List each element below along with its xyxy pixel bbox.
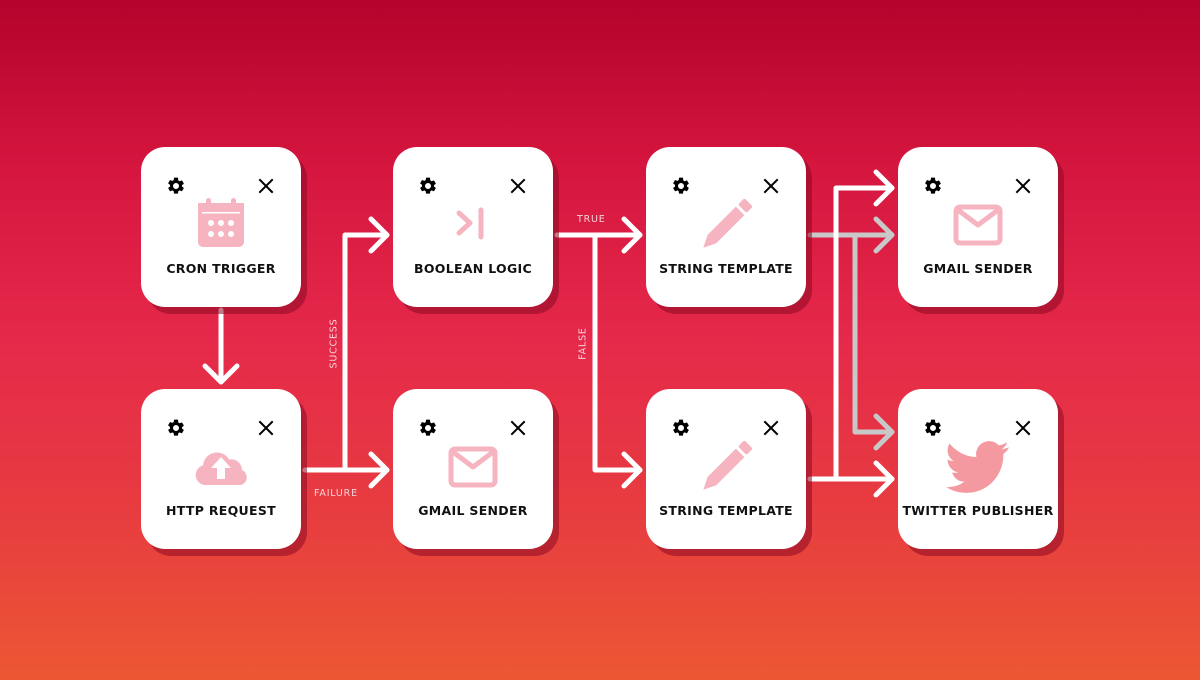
node-label: Cron Trigger xyxy=(166,261,276,276)
gear-icon[interactable] xyxy=(671,418,691,438)
envelope-icon xyxy=(953,204,1003,246)
edge-string1-to-twitter xyxy=(852,232,895,451)
gear-icon[interactable] xyxy=(418,176,438,196)
close-icon[interactable] xyxy=(763,420,779,436)
node-label: String Template xyxy=(659,261,793,276)
edge-boolean-to-string-false xyxy=(592,232,643,489)
close-icon[interactable] xyxy=(1015,420,1031,436)
edge-string2-to-twitter xyxy=(807,460,895,498)
edge-label-failure: Failure xyxy=(314,488,358,499)
edge-string1-to-gmail xyxy=(807,216,895,254)
node-label: HTTP Request xyxy=(166,503,276,518)
close-icon[interactable] xyxy=(258,420,274,436)
envelope-icon xyxy=(448,446,498,488)
node-boolean-logic[interactable]: Boolean Logic xyxy=(393,147,553,307)
node-label: Gmail Sender xyxy=(923,261,1033,276)
gear-icon[interactable] xyxy=(166,418,186,438)
edge-label-true: True xyxy=(577,214,606,225)
node-string-template-1[interactable]: String Template xyxy=(646,147,806,307)
gear-icon[interactable] xyxy=(418,418,438,438)
gear-icon[interactable] xyxy=(923,176,943,196)
node-twitter-publisher[interactable]: Twitter Publisher xyxy=(898,389,1058,549)
node-cron-trigger[interactable]: Cron Trigger xyxy=(141,147,301,307)
gear-icon[interactable] xyxy=(671,176,691,196)
close-icon[interactable] xyxy=(1015,178,1031,194)
pencil-icon xyxy=(703,440,753,490)
connection-wires xyxy=(202,169,895,498)
close-icon[interactable] xyxy=(510,420,526,436)
node-http-request[interactable]: HTTP Request xyxy=(141,389,301,549)
calendar-icon xyxy=(198,198,244,247)
node-gmail-sender-1[interactable]: Gmail Sender xyxy=(393,389,553,549)
twitter-bird-icon xyxy=(946,441,1009,493)
node-label: String Template xyxy=(659,503,793,518)
close-icon[interactable] xyxy=(763,178,779,194)
boolean-logic-icon xyxy=(456,207,484,240)
edge-http-to-boolean-success xyxy=(302,216,390,473)
node-gmail-sender-2[interactable]: Gmail Sender xyxy=(898,147,1058,307)
cloud-upload-icon xyxy=(195,452,247,485)
edge-label-success: Success xyxy=(328,318,340,369)
gear-icon[interactable] xyxy=(923,418,943,438)
gear-icon[interactable] xyxy=(166,176,186,196)
pencil-icon xyxy=(703,198,753,248)
edge-cron-to-http xyxy=(202,307,240,385)
close-icon[interactable] xyxy=(258,178,274,194)
node-label: Gmail Sender xyxy=(418,503,528,518)
close-icon[interactable] xyxy=(510,178,526,194)
node-label: Boolean Logic xyxy=(414,261,532,276)
node-label: Twitter Publisher xyxy=(902,503,1054,518)
node-string-template-2[interactable]: String Template xyxy=(646,389,806,549)
edge-label-false: False xyxy=(577,327,589,360)
